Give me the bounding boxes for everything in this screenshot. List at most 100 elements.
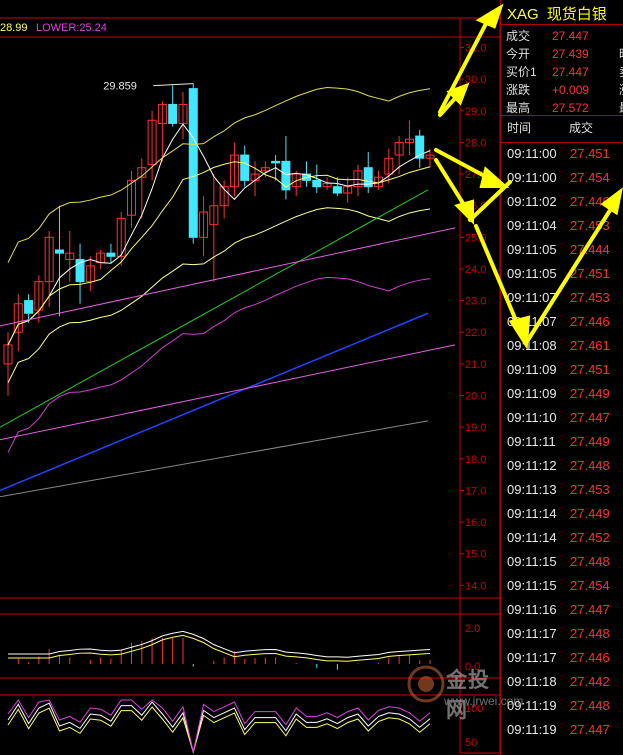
quote-value: 27.439: [552, 47, 589, 61]
high-value-label: 29.859: [103, 81, 137, 93]
price-tick-label: 18.0: [465, 454, 486, 466]
tick-time: 09:11:16: [507, 602, 557, 617]
tick-row[interactable]: 09:11:08 27.461: [507, 338, 610, 362]
tick-time: 09:11:02: [507, 194, 557, 209]
tick-row[interactable]: 09:11:11 27.449: [507, 434, 610, 458]
quote-edge-label: 卖: [619, 63, 623, 80]
tick-row[interactable]: 09:11:15 27.448: [507, 554, 610, 578]
price-tick-label: 30.0: [465, 74, 486, 86]
quote-panel: XAG 现货白银 成交 27.447 今开 27.439 昨 买价1 27.447 卖 涨跌…: [500, 0, 623, 755]
tick-row[interactable]: 09:11:07 27.446: [507, 314, 610, 338]
quote-value: 27.572: [552, 101, 589, 115]
tick-row[interactable]: 09:11:00 27.451: [507, 146, 610, 170]
tick-time: 09:11:10: [507, 410, 557, 425]
watermark-url: www.jrwei.com: [444, 694, 524, 708]
tick-time: 09:11:09: [507, 362, 557, 377]
bollinger-lower-label: LOWER:25.24: [36, 22, 107, 34]
tick-price: 27.449: [570, 434, 610, 449]
tick-price: 27.447: [570, 722, 610, 737]
tick-row[interactable]: 09:11:14 27.449: [507, 506, 610, 530]
price-tick-label: 26.0: [465, 201, 486, 213]
symbol-code: XAG: [507, 6, 539, 23]
tick-time: 09:11:00: [507, 170, 557, 185]
price-tick-label: 22.0: [465, 327, 486, 339]
tick-row[interactable]: 09:11:07 27.453: [507, 290, 610, 314]
tick-row[interactable]: 09:11:15 27.454: [507, 578, 610, 602]
price-tick-label: 27.0: [465, 169, 486, 181]
tick-time: 09:11:07: [507, 314, 557, 329]
tick-row[interactable]: 09:11:14 27.452: [507, 530, 610, 554]
price-tick-label: 21.0: [465, 359, 486, 371]
indicator-tick-label: 50: [465, 737, 477, 749]
tick-price: 27.447: [570, 602, 610, 617]
tick-price: 27.446: [570, 314, 610, 329]
price-tick-label: 31.0: [465, 42, 486, 54]
tick-price: 27.451: [570, 362, 610, 377]
quote-label: 最高: [506, 101, 531, 115]
tick-row[interactable]: 09:11:17 27.448: [507, 626, 610, 650]
tick-time: 09:11:05: [507, 266, 557, 281]
divider: [501, 142, 623, 143]
tick-time: 09:11:13: [507, 482, 557, 497]
tick-price: 27.453: [570, 290, 610, 305]
tick-time: 09:11:07: [507, 290, 557, 305]
candle-body: [188, 88, 198, 238]
tick-time: 09:11:11: [507, 434, 556, 449]
tick-price: 27.461: [570, 338, 610, 353]
chart-panel[interactable]: 31.0 30.0 29.0 28.0 27.0 26.0 25.0 24.0 23.0 22.0…: [0, 0, 500, 755]
tick-row[interactable]: 09:11:09 27.451: [507, 362, 610, 386]
tick-row[interactable]: 09:11:10 27.447: [507, 410, 610, 434]
tick-price: 27.448: [570, 626, 610, 641]
tick-row[interactable]: 09:11:04 27.453: [507, 218, 610, 242]
symbol-name: 现货白银: [546, 6, 607, 23]
tick-price: 27.442: [570, 674, 610, 689]
trendline-upper: [0, 227, 456, 327]
tick-price: 27.446: [570, 650, 610, 665]
tick-price: 27.444: [570, 242, 610, 257]
candle-body: [312, 179, 322, 188]
tick-time: 09:11:18: [507, 674, 557, 689]
kline-chart[interactable]: 31.0 30.0 29.0 28.0 27.0 26.0 25.0 24.0 23.0 22.0…: [0, 0, 500, 755]
tick-time: 09:11:19: [507, 722, 557, 737]
quote-label: 涨跌: [506, 83, 531, 97]
quote-value: +0.009: [552, 83, 590, 97]
tick-price: 27.448: [570, 698, 610, 713]
tick-time: 09:11:14: [507, 530, 557, 545]
tick-time: 09:11:08: [507, 338, 557, 353]
price-tick-label: 16.0: [465, 517, 486, 529]
price-tick-label: 20.0: [465, 391, 486, 403]
tick-time: 09:11:14: [507, 506, 557, 521]
tick-price: 27.451: [570, 146, 610, 161]
tick-row[interactable]: 09:11:17 27.446: [507, 650, 610, 674]
quote-label: 今开: [506, 47, 531, 61]
tick-row[interactable]: 09:11:19 27.447: [507, 722, 610, 746]
price-tick-label: 28.0: [465, 137, 486, 149]
tick-row[interactable]: 09:11:05 27.444: [507, 242, 610, 266]
tick-row[interactable]: 09:11:05 27.451: [507, 266, 610, 290]
tick-time: 09:11:09: [507, 386, 557, 401]
tick-price: 27.453: [570, 482, 610, 497]
tick-price: 27.448: [570, 458, 610, 473]
ma60-line: [0, 312, 429, 492]
candle-body: [168, 103, 178, 124]
ticks-header-time: 时间: [507, 121, 532, 135]
price-axis-frame: [459, 17, 500, 754]
tick-row[interactable]: 09:11:02 27.446: [507, 194, 610, 218]
price-tick-label: 25.0: [465, 232, 486, 244]
indicator-tick-label: 2.0: [465, 623, 480, 635]
quote-edge-label: 涨: [619, 81, 623, 98]
price-tick-label: 23.0: [465, 296, 486, 308]
tick-row[interactable]: 09:11:16 27.447: [507, 602, 610, 626]
tick-row[interactable]: 09:11:12 27.448: [507, 458, 610, 482]
candle-body: [240, 154, 250, 181]
tick-row[interactable]: 09:11:00 27.454: [507, 170, 610, 194]
tick-time: 09:11:17: [507, 626, 557, 641]
tick-price: 27.452: [570, 530, 610, 545]
candle-body: [106, 252, 116, 257]
tick-row[interactable]: 09:11:09 27.449: [507, 386, 610, 410]
tick-row[interactable]: 09:11:13 27.453: [507, 482, 610, 506]
ma5-line: [7, 123, 431, 346]
quote-label: 成交: [506, 29, 531, 43]
price-tick-label: 19.0: [465, 422, 486, 434]
tick-price: 27.447: [570, 410, 610, 425]
